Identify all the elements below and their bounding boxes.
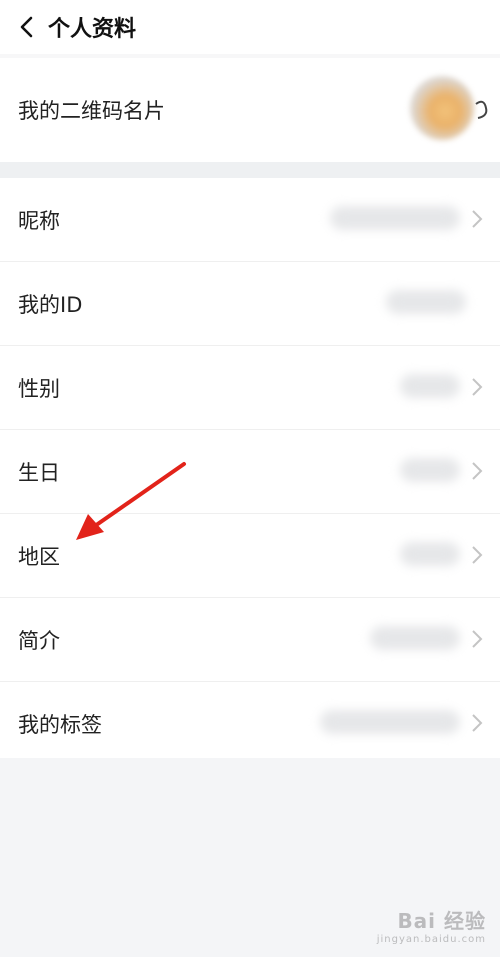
- item-label: 我的ID: [18, 292, 83, 317]
- tags-value: [320, 710, 460, 734]
- chevron-left-icon: [20, 16, 33, 38]
- id-value: [386, 290, 466, 314]
- item-label: 生日: [18, 460, 60, 485]
- chevron-right-icon: [472, 714, 483, 732]
- watermark: Bai 经验 jingyan.baidu.com: [377, 905, 486, 945]
- list-item-bio[interactable]: 简介: [0, 598, 500, 682]
- chevron-right-icon: [472, 462, 483, 480]
- item-label: 地区: [18, 544, 60, 569]
- nickname-value: [330, 206, 460, 230]
- top-bar: 个人资料: [0, 0, 500, 54]
- list-item-birthday[interactable]: 生日: [0, 430, 500, 514]
- birthday-value: [400, 458, 460, 482]
- bio-value: [370, 626, 460, 650]
- back-button[interactable]: [4, 0, 48, 54]
- region-value: [400, 542, 460, 566]
- section-gap: [0, 162, 500, 178]
- chevron-right-icon: [472, 630, 483, 648]
- item-label: 简介: [18, 628, 60, 653]
- watermark-logo: Bai 经验: [397, 909, 486, 933]
- avatar[interactable]: [410, 76, 474, 140]
- item-label: 我的标签: [18, 712, 102, 737]
- qr-code-icon: [475, 100, 488, 119]
- list-item-id[interactable]: 我的ID: [0, 262, 500, 346]
- list-item-nickname[interactable]: 昵称: [0, 178, 500, 262]
- qr-card-label: 我的二维码名片: [18, 99, 165, 123]
- item-label: 昵称: [18, 208, 60, 233]
- item-label: 性别: [18, 376, 60, 401]
- list-item-gender[interactable]: 性别: [0, 346, 500, 430]
- chevron-right-icon: [472, 378, 483, 396]
- gender-value: [400, 374, 460, 398]
- chevron-right-icon: [472, 210, 483, 228]
- page-title: 个人资料: [48, 17, 137, 42]
- list-item-region[interactable]: 地区: [0, 514, 500, 598]
- list-item-tags[interactable]: 我的标签: [0, 682, 500, 765]
- chevron-right-icon: [472, 546, 483, 564]
- profile-list: 昵称 我的ID 性别 生日 地区 简介 我的标签: [0, 178, 500, 765]
- qr-card-row[interactable]: 我的二维码名片: [0, 58, 500, 162]
- watermark-url: jingyan.baidu.com: [376, 934, 486, 945]
